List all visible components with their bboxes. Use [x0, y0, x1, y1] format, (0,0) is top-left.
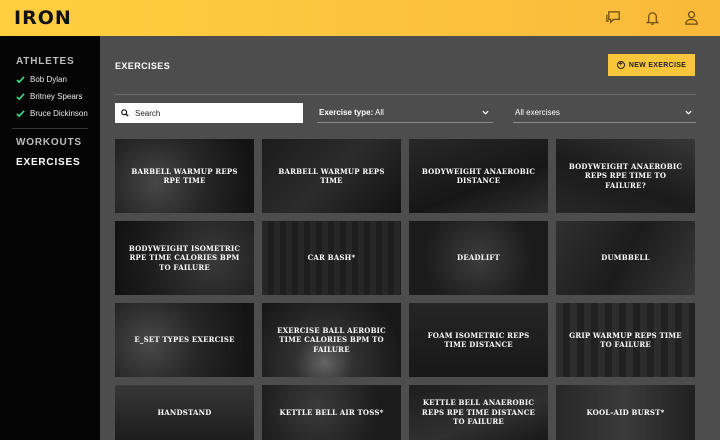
search-input[interactable]: [135, 108, 295, 118]
sidebar: ATHLETES Bob Dylan Britney Spears Bruce …: [0, 36, 100, 440]
exercise-tile-name: GRIP WARMUP REPS TIME TO FAILURE: [569, 330, 682, 350]
exercise-tile[interactable]: CAR BASH*: [262, 221, 401, 295]
header-divider: [115, 94, 696, 95]
exercise-tile-name: DEADLIFT: [457, 253, 500, 263]
exercise-tile[interactable]: EXERCISE BALL AEROBIC TIME CALORIES BPM …: [262, 303, 401, 377]
new-exercise-button[interactable]: + NEW EXERCISE: [608, 54, 695, 76]
exercise-grid: BARBELL WARMUP REPS RPE TIME BARBELL WARM…: [115, 139, 696, 440]
exercise-tile-name: EXERCISE BALL AEROBIC TIME CALORIES BPM …: [277, 325, 386, 354]
exercise-tile-name: BARBELL WARMUP REPS TIME: [278, 166, 385, 186]
main-content: EXERCISES + NEW EXERCISE Exercise type: …: [100, 36, 720, 440]
plus-circle-icon: +: [616, 61, 625, 69]
search-icon: [121, 109, 129, 117]
exercise-tile[interactable]: BODYWEIGHT ISOMETRIC RPE TIME CALORIES B…: [115, 221, 254, 295]
athlete-item[interactable]: Bruce Dickinson: [16, 109, 88, 118]
exercise-tile[interactable]: BARBELL WARMUP REPS TIME: [262, 139, 401, 213]
exercise-tile[interactable]: HANDSTAND: [115, 385, 254, 440]
exercise-tile-name: BODYWEIGHT ANAEROBIC DISTANCE: [421, 166, 536, 186]
exercise-tile-name: E_SET TYPES EXERCISE: [134, 335, 235, 345]
exercise-tile-name: HANDSTAND: [157, 407, 212, 417]
athlete-name: Bruce Dickinson: [30, 109, 88, 118]
exercise-tile[interactable]: E_SET TYPES EXERCISE: [115, 303, 254, 377]
exercise-type-select[interactable]: Exercise type: All: [317, 103, 493, 123]
athlete-item[interactable]: Britney Spears: [16, 92, 82, 101]
athletes-heading: ATHLETES: [16, 56, 75, 67]
bell-icon[interactable]: [644, 8, 661, 26]
exercise-tile[interactable]: KOOL-AID BURST*: [556, 385, 695, 440]
exercise-type-label: Exercise type:: [319, 108, 374, 117]
exercise-tile[interactable]: GRIP WARMUP REPS TIME TO FAILURE: [556, 303, 695, 377]
athlete-item[interactable]: Bob Dylan: [16, 75, 67, 84]
exercise-tile-name: CAR BASH*: [307, 253, 356, 263]
search-box[interactable]: [115, 103, 303, 123]
check-icon: [16, 76, 25, 84]
page-title: EXERCISES: [115, 61, 171, 71]
exercise-tile[interactable]: KETTLE BELL AIR TOSS*: [262, 385, 401, 440]
sidebar-item-workouts[interactable]: WORKOUTS: [0, 137, 82, 148]
chevron-down-icon: [685, 110, 692, 115]
new-exercise-label: NEW EXERCISE: [628, 61, 687, 69]
top-bar: IRON: [0, 0, 720, 36]
exercise-tile[interactable]: BODYWEIGHT ANAEROBIC REPS RPE TIME TO FA…: [556, 139, 695, 213]
exercise-type-text: Exercise type: All: [319, 108, 384, 117]
exercise-tile-name: FOAM ISOMETRIC REPS TIME DISTANCE: [427, 330, 530, 350]
exercise-tile-name: KETTLE BELL AIR TOSS*: [279, 407, 384, 417]
exercise-tile-name: DUMBBELL: [601, 253, 650, 263]
sidebar-divider: [12, 128, 88, 129]
exercise-type-value: All: [375, 108, 384, 117]
sidebar-item-exercises[interactable]: EXERCISES: [0, 157, 80, 168]
chevron-down-icon: [482, 110, 489, 115]
exercise-list-select[interactable]: All exercises: [513, 103, 696, 123]
exercise-tile[interactable]: DUMBBELL: [556, 221, 695, 295]
exercise-tile-name: BODYWEIGHT ANAEROBIC REPS RPE TIME TO FA…: [568, 161, 683, 190]
athlete-name: Britney Spears: [30, 92, 83, 101]
exercise-list-value: All exercises: [515, 108, 560, 117]
exercise-tile[interactable]: FOAM ISOMETRIC REPS TIME DISTANCE: [409, 303, 548, 377]
exercise-tile[interactable]: BARBELL WARMUP REPS RPE TIME: [115, 139, 254, 213]
exercise-tile[interactable]: DEADLIFT: [409, 221, 548, 295]
exercise-tile-name: KOOL-AID BURST*: [586, 407, 665, 417]
exercise-tile[interactable]: KETTLE BELL ANAEROBIC REPS RPE TIME DIST…: [409, 385, 548, 440]
user-icon[interactable]: [683, 8, 700, 26]
athlete-name: Bob Dylan: [30, 75, 67, 84]
check-icon: [16, 93, 25, 101]
chat-icon[interactable]: [605, 8, 622, 26]
check-icon: [16, 110, 25, 118]
top-icons: [605, 8, 700, 26]
exercise-tile[interactable]: BODYWEIGHT ANAEROBIC DISTANCE: [409, 139, 548, 213]
exercise-tile-name: BARBELL WARMUP REPS RPE TIME: [131, 166, 238, 186]
exercise-tile-name: BODYWEIGHT ISOMETRIC RPE TIME CALORIES B…: [128, 243, 241, 272]
app-logo[interactable]: IRON: [14, 7, 72, 29]
exercise-tile-name: KETTLE BELL ANAEROBIC REPS RPE TIME DIST…: [421, 398, 536, 427]
